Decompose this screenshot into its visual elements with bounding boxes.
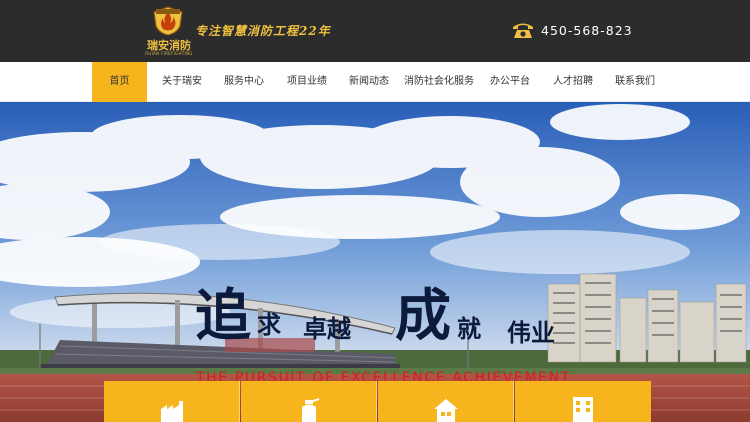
company-logo[interactable]: 瑞安消防 RUIAN FIREFIGHTING [145, 6, 193, 58]
house-icon [434, 399, 458, 422]
nav-item-home[interactable]: 首页 [92, 62, 147, 102]
headline-word-2: 伟业 [507, 319, 555, 347]
fire-extinguisher-icon [302, 398, 320, 422]
headline-word-1: 卓越 [303, 315, 351, 343]
nav-item-services[interactable]: 服务中心 [215, 62, 273, 102]
logo-subtitle: RUIAN FIREFIGHTING [145, 51, 193, 56]
nav-item-about[interactable]: 关于瑞安 [153, 62, 211, 102]
service-card-4[interactable] [515, 381, 651, 422]
service-card-2[interactable] [241, 381, 377, 422]
office-building-icon [573, 397, 593, 422]
top-header: 瑞安消防 RUIAN FIREFIGHTING 专注智慧消防工程22年 450-… [0, 0, 750, 62]
fire-shield-icon [153, 6, 183, 36]
nav-item-careers[interactable]: 人才招聘 [544, 62, 602, 102]
nav-item-projects[interactable]: 项目业绩 [278, 62, 336, 102]
phone-number[interactable]: 450-568-823 [541, 23, 633, 38]
nav-item-social-services[interactable]: 消防社会化服务 [401, 62, 477, 102]
header-slogan: 专注智慧消防工程22年 [195, 24, 331, 38]
headline-char-3: 成 [395, 283, 451, 349]
headline-char-1: 追 [195, 283, 251, 349]
factory-icon [161, 401, 183, 422]
nav-item-news[interactable]: 新闻动态 [340, 62, 398, 102]
headline-char-4: 就 [457, 315, 481, 343]
nav-item-office[interactable]: 办公平台 [481, 62, 539, 102]
telephone-icon [513, 23, 533, 38]
headline-char-2: 求 [257, 311, 281, 339]
service-card-3[interactable] [378, 381, 514, 422]
service-cards [104, 381, 651, 422]
hero-banner: 追 求 卓越 成 就 伟业 THE PURSUIT OF EXCELLENCE … [0, 102, 750, 422]
service-card-1[interactable] [104, 381, 240, 422]
main-nav: 首页 关于瑞安 服务中心 项目业绩 新闻动态 消防社会化服务 办公平台 人才招聘… [0, 62, 750, 102]
nav-item-contact[interactable]: 联系我们 [606, 62, 664, 102]
